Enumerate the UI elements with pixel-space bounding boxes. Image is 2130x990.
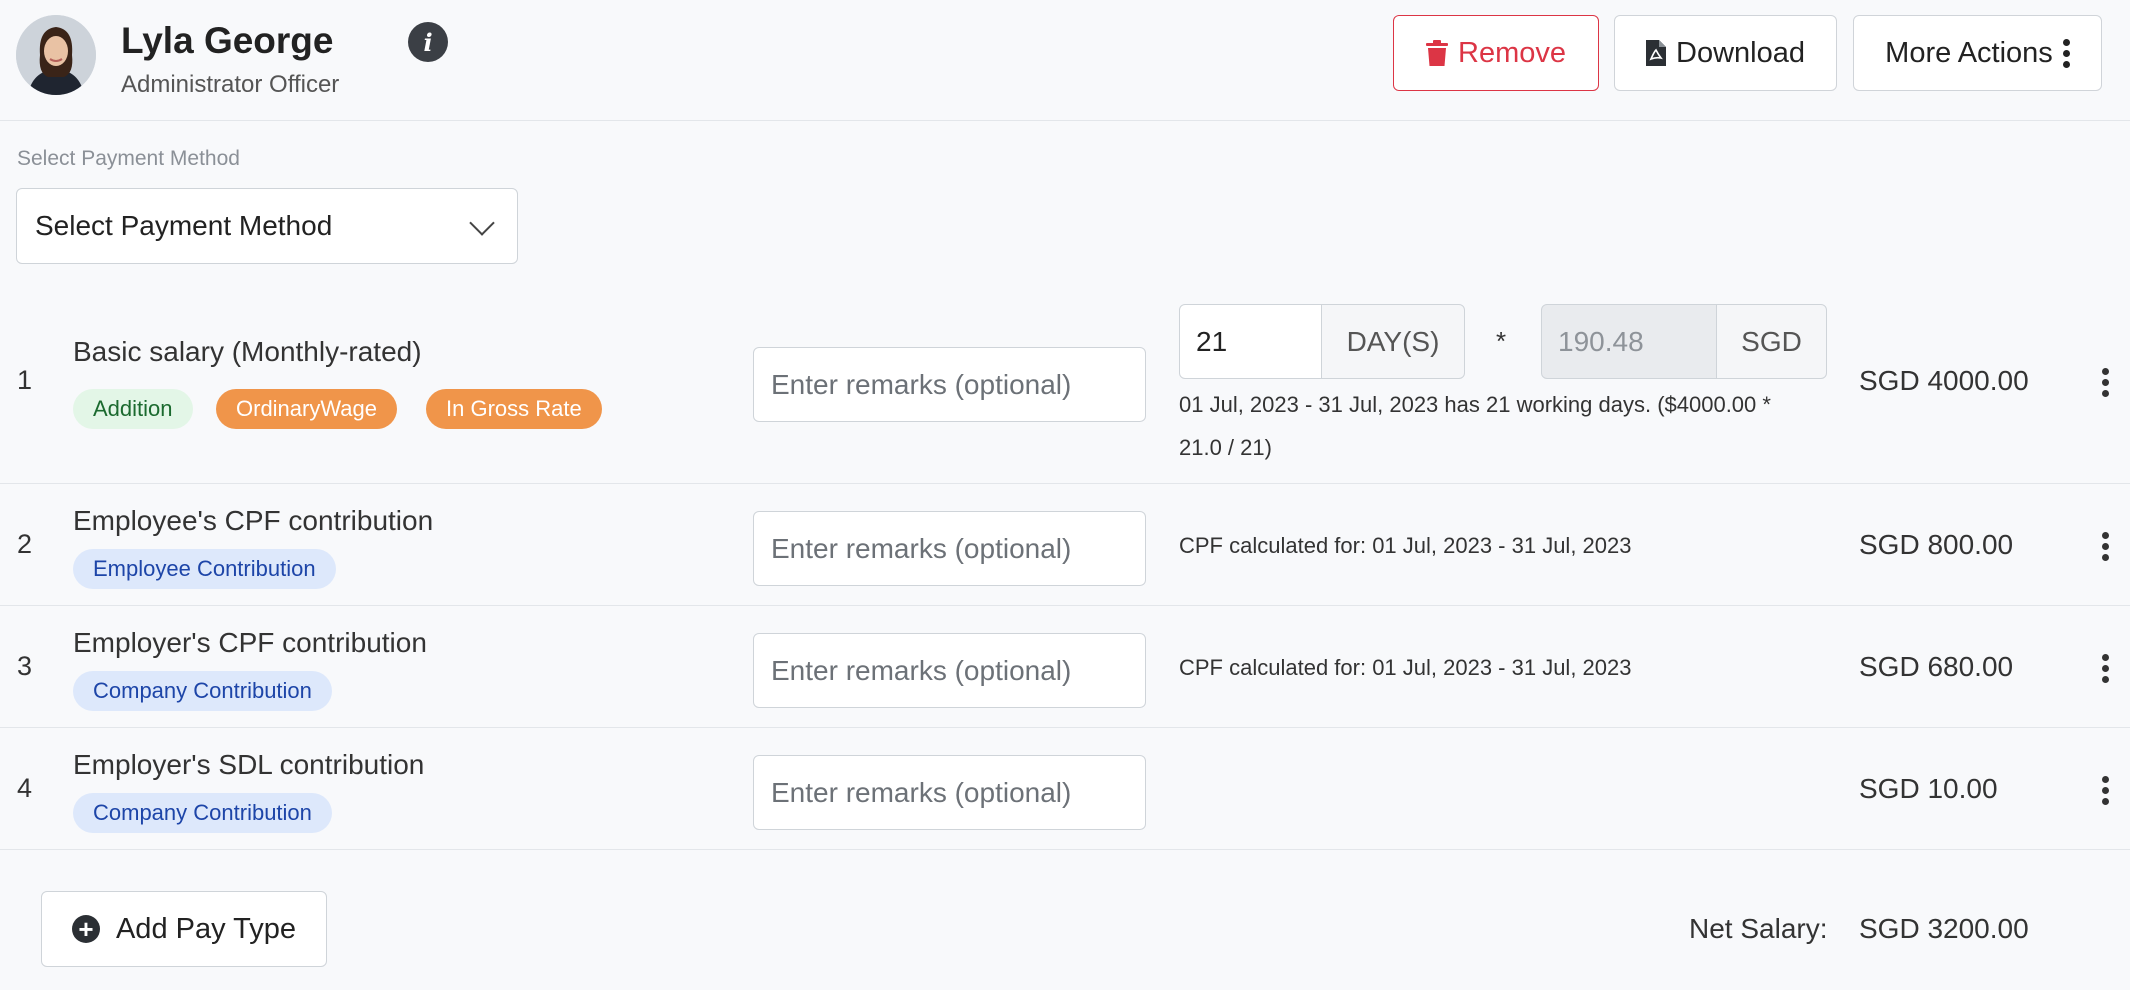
pdf-file-icon (1646, 40, 1666, 66)
cpf-description: CPF calculated for: 01 Jul, 2023 - 31 Ju… (1179, 655, 1632, 680)
row-menu-icon[interactable] (2098, 532, 2112, 561)
row-menu-icon[interactable] (2098, 654, 2112, 683)
remarks-input[interactable] (753, 347, 1146, 422)
vertical-ellipsis-icon (2062, 38, 2070, 68)
trash-icon (1426, 40, 1448, 66)
add-pay-type-button[interactable]: + Add Pay Type (41, 891, 327, 967)
employee-header: Lyla George Administrator Officer i Remo… (0, 0, 2130, 121)
payment-method-value: Select Payment Method (35, 210, 333, 241)
more-actions-button[interactable]: More Actions (1853, 15, 2102, 91)
pay-item-title: Employer's CPF contribution (73, 627, 427, 658)
employee-name: Lyla George (121, 20, 334, 61)
info-icon[interactable]: i (408, 22, 448, 62)
remarks-input[interactable] (753, 755, 1146, 830)
pay-item-row: 2 Employee's CPF contribution Employee C… (0, 483, 2130, 606)
pay-item-amount: SGD 680.00 (1859, 651, 2014, 682)
remove-label: Remove (1458, 36, 1566, 69)
pay-item-amount: SGD 4000.00 (1859, 365, 2029, 396)
row-menu-icon[interactable] (2098, 776, 2112, 805)
pay-item-title: Employer's SDL contribution (73, 749, 425, 780)
chevron-down-icon (469, 210, 495, 236)
download-label: Download (1676, 36, 1805, 69)
net-salary-label: Net Salary: (1689, 913, 1828, 944)
payment-method-select[interactable]: Select Payment Method (16, 188, 518, 264)
payment-method-label: Select Payment Method (17, 147, 240, 170)
pay-item-row: 4 Employer's SDL contribution Company Co… (0, 727, 2130, 850)
badge-ordinary-wage: OrdinaryWage (216, 389, 398, 429)
badge-addition: Addition (73, 389, 193, 429)
row-number: 1 (17, 365, 33, 395)
pay-item-row: 1 Basic salary (Monthly-rated) Addition … (0, 290, 2130, 484)
remarks-input[interactable] (753, 511, 1146, 586)
row-number: 3 (17, 651, 33, 681)
pay-item-title: Employee's CPF contribution (73, 505, 434, 536)
working-days-description: 01 Jul, 2023 - 31 Jul, 2023 has 21 worki… (1179, 392, 1771, 460)
row-number: 4 (17, 773, 33, 803)
rate-input: 190.48 (1541, 304, 1718, 379)
remove-button[interactable]: Remove (1393, 15, 1599, 91)
net-salary-value: SGD 3200.00 (1859, 913, 2029, 944)
multiply-sign: * (1496, 326, 1507, 356)
row-menu-icon[interactable] (2098, 368, 2112, 397)
more-actions-label: More Actions (1885, 36, 2053, 69)
rate-unit-addon: SGD (1716, 304, 1827, 379)
pay-item-title: Basic salary (Monthly-rated) (73, 336, 422, 367)
pay-item-amount: SGD 800.00 (1859, 529, 2014, 560)
badge-employee-contribution: Employee Contribution (73, 549, 336, 589)
days-input[interactable]: 21 (1179, 304, 1323, 379)
avatar (16, 15, 96, 95)
days-unit-addon: DAY(S) (1321, 304, 1465, 379)
cpf-description: CPF calculated for: 01 Jul, 2023 - 31 Ju… (1179, 533, 1632, 558)
row-number: 2 (17, 529, 33, 559)
plus-circle-icon: + (71, 915, 100, 943)
employee-role: Administrator Officer (121, 71, 340, 98)
add-pay-type-label: Add Pay Type (115, 912, 297, 945)
download-button[interactable]: Download (1614, 15, 1837, 91)
pay-item-amount: SGD 10.00 (1859, 773, 1998, 804)
badge-company-contribution: Company Contribution (73, 671, 332, 711)
badge-company-contribution: Company Contribution (73, 793, 332, 833)
remarks-input[interactable] (753, 633, 1146, 708)
pay-item-row: 3 Employer's CPF contribution Company Co… (0, 605, 2130, 728)
avatar-photo (16, 15, 96, 95)
badge-in-gross-rate: In Gross Rate (426, 389, 602, 429)
